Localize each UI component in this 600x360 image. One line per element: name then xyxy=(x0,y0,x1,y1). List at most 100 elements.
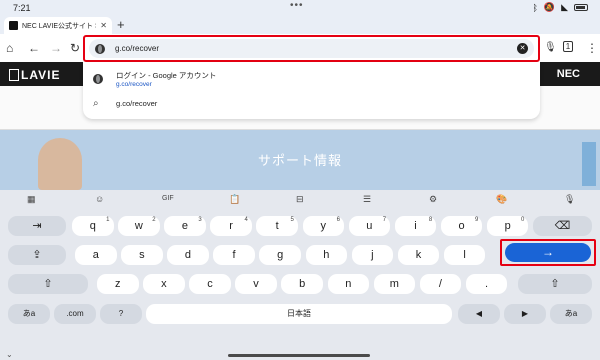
backspace-key[interactable]: ⌫ xyxy=(533,216,592,236)
status-bar: 7:21 ••• ᛒ 🔕 ◣ xyxy=(0,0,600,16)
key-f[interactable]: f xyxy=(213,245,255,265)
key-label: g xyxy=(277,249,284,261)
apps-icon[interactable]: ▦ xyxy=(27,194,36,205)
key-o[interactable]: o9 xyxy=(440,216,483,236)
key-x[interactable]: x xyxy=(143,274,185,294)
key-g[interactable]: g xyxy=(259,245,301,265)
key-period[interactable]: . xyxy=(465,274,508,294)
browser-tab[interactable]: NEC LAVIE公式サイト > サ ✕ xyxy=(4,17,112,34)
suggestion-item[interactable]: ⌕ g.co/recover xyxy=(83,93,540,115)
key-n[interactable]: n xyxy=(327,274,369,294)
search-icon: ⌕ xyxy=(93,98,99,109)
keyboard-collapse-icon[interactable]: ⌄ xyxy=(6,350,13,359)
sticker-icon[interactable]: ☺ xyxy=(95,194,104,204)
key-hint: 1 xyxy=(106,217,110,223)
tab-switcher-icon[interactable]: 1 xyxy=(563,41,573,52)
key-h[interactable]: h xyxy=(305,245,347,265)
key-m[interactable]: m xyxy=(373,274,416,294)
text-edit-icon[interactable]: ☰ xyxy=(363,194,371,205)
gesture-bar[interactable] xyxy=(228,354,370,357)
mic-icon[interactable]: 🎙 xyxy=(544,40,557,56)
key-label: t xyxy=(275,220,279,232)
tab-key[interactable]: ⇥ xyxy=(8,216,66,236)
key-u[interactable]: u7 xyxy=(348,216,391,236)
key-d[interactable]: d xyxy=(167,245,209,265)
shift-key[interactable]: ⇧ xyxy=(8,274,88,294)
site-logo[interactable]: LAVIE xyxy=(9,68,60,82)
keyboard-toolbar: ▦ ☺ GIF 📋 ⊟ ☰ ⚙ 🎨 🎙 xyxy=(0,190,600,210)
key-c[interactable]: c xyxy=(189,274,231,294)
window-drag-handle[interactable]: ••• xyxy=(290,0,304,11)
key-label: / xyxy=(438,278,442,290)
bluetooth-icon: ᛒ xyxy=(532,2,538,13)
language-key[interactable]: あa xyxy=(8,304,50,324)
key-label: p xyxy=(504,220,511,232)
mute-icon: 🔕 xyxy=(543,2,556,12)
key-v[interactable]: v xyxy=(235,274,277,294)
key-label: a xyxy=(92,249,99,261)
hero-title: サポート情報 xyxy=(257,153,342,168)
mic-icon[interactable]: 🎙 xyxy=(564,194,575,205)
url-input[interactable]: g.co/recover xyxy=(115,44,507,53)
key-i[interactable]: i8 xyxy=(394,216,437,236)
key-slash[interactable]: / xyxy=(419,274,462,294)
key-b[interactable]: b xyxy=(281,274,323,294)
key-label: i xyxy=(414,220,417,232)
settings-icon[interactable]: ⚙ xyxy=(429,194,437,205)
key-hint: 4 xyxy=(244,217,248,223)
suggestion-url: g.co/recover xyxy=(116,80,152,88)
tab-strip: NEC LAVIE公式サイト > サ ✕ + xyxy=(0,16,600,34)
key-z[interactable]: z xyxy=(97,274,139,294)
theme-icon[interactable]: 🎨 xyxy=(496,194,507,205)
back-icon[interactable]: ← xyxy=(28,40,40,56)
key-y[interactable]: y6 xyxy=(302,216,344,236)
key-label: x xyxy=(161,278,167,290)
key-q[interactable]: q1 xyxy=(72,216,114,236)
caps-lock-key[interactable]: ⇪ xyxy=(8,245,66,265)
cursor-right-key[interactable]: ▶ xyxy=(504,304,546,324)
menu-icon[interactable]: ⋮ xyxy=(586,40,598,56)
key-label: d xyxy=(184,249,191,261)
key-hint: 0 xyxy=(521,217,525,223)
shift-key-right[interactable]: ⇧ xyxy=(518,274,592,294)
clipboard-icon[interactable]: 📋 xyxy=(229,194,240,205)
space-key[interactable]: 日本語 xyxy=(146,304,452,324)
dotcom-key[interactable]: .com xyxy=(54,304,96,324)
question-key[interactable]: ? xyxy=(100,304,142,324)
language-key-right[interactable]: あa xyxy=(550,304,592,324)
key-r[interactable]: r4 xyxy=(210,216,252,236)
key-t[interactable]: t5 xyxy=(256,216,298,236)
globe-icon xyxy=(93,74,103,84)
key-p[interactable]: p0 xyxy=(486,216,529,236)
key-label: w xyxy=(134,220,143,232)
address-bar[interactable]: g.co/recover ✕ xyxy=(89,39,534,58)
nec-logo[interactable]: NEC xyxy=(557,68,580,80)
hero-banner: サポート情報 xyxy=(0,130,600,190)
reload-icon[interactable]: ↻ xyxy=(70,40,80,56)
key-label: z xyxy=(115,278,121,290)
home-icon[interactable]: ⌂ xyxy=(6,40,13,56)
favicon-icon xyxy=(9,21,18,30)
clear-icon[interactable]: ✕ xyxy=(517,43,528,54)
cursor-left-key[interactable]: ◀ xyxy=(458,304,500,324)
enter-key[interactable]: → xyxy=(505,243,591,262)
key-label: e xyxy=(181,220,188,232)
key-s[interactable]: s xyxy=(121,245,163,265)
key-hint: 8 xyxy=(428,217,433,223)
tab-close-icon[interactable]: ✕ xyxy=(100,21,107,30)
key-e[interactable]: e3 xyxy=(164,216,206,236)
resize-icon[interactable]: ⊟ xyxy=(296,194,304,205)
gif-icon[interactable]: GIF xyxy=(162,195,174,202)
tab-title: NEC LAVIE公式サイト > サ xyxy=(22,22,96,30)
side-tab[interactable] xyxy=(582,142,596,186)
forward-icon[interactable]: → xyxy=(50,40,62,56)
new-tab-button[interactable]: + xyxy=(117,17,125,32)
key-a[interactable]: a xyxy=(75,245,117,265)
key-l[interactable]: l xyxy=(443,245,486,265)
suggestion-item[interactable]: ログイン - Google アカウント g.co/recover xyxy=(83,67,540,91)
key-w[interactable]: w2 xyxy=(118,216,160,236)
suggestion-title: ログイン - Google アカウント xyxy=(116,70,217,80)
key-j[interactable]: j xyxy=(351,245,394,265)
key-k[interactable]: k xyxy=(397,245,440,265)
key-label: b xyxy=(299,278,306,290)
